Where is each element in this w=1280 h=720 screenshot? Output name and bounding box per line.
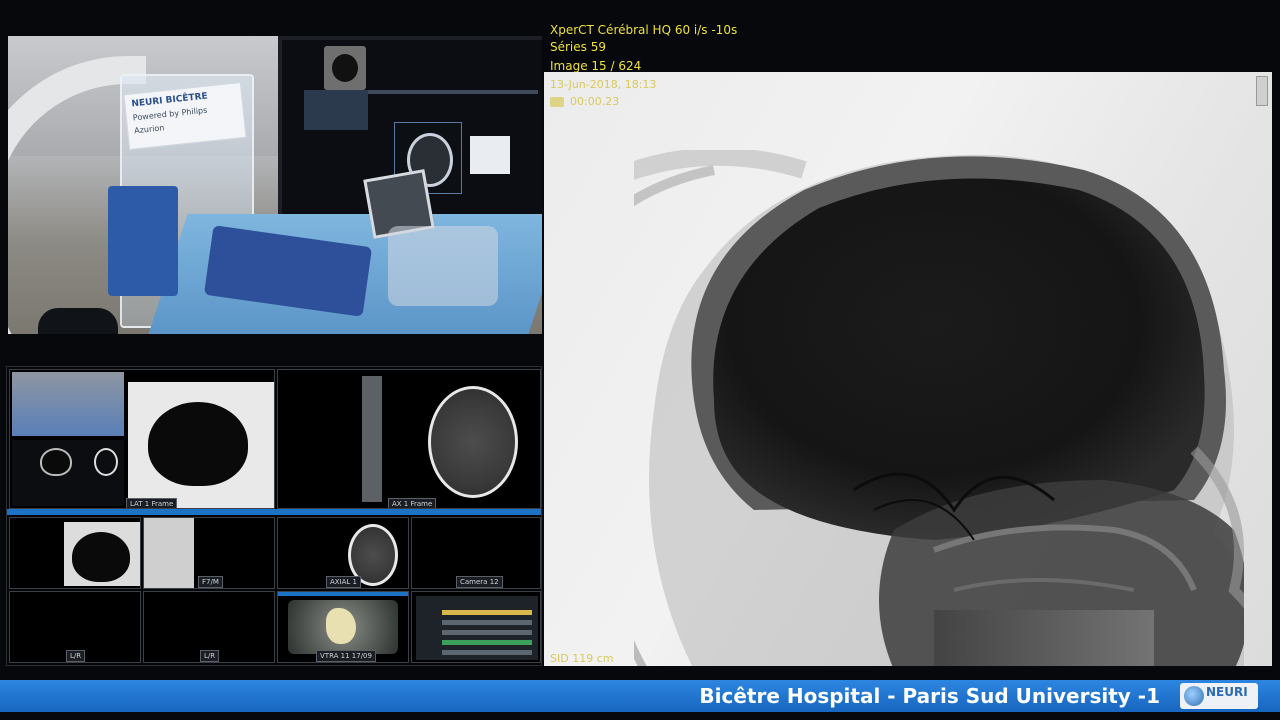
banner-title: Bicêtre Hospital - Paris Sud University … (699, 684, 1160, 708)
timestamp-text: 13-Jun-2018, 18:13 (550, 78, 657, 91)
tile-label-axial-small: AXIAL 1 (326, 576, 362, 588)
scroll-handle[interactable] (1256, 76, 1268, 106)
elapsed-time: 00:00.23 (550, 93, 656, 110)
tile-axial[interactable]: AX 1 Frame (277, 369, 541, 509)
tile-f7m[interactable]: F7/M (143, 517, 275, 589)
thumb-skull (40, 448, 72, 476)
bottom-edge (0, 712, 1280, 720)
axial-sidebar (362, 376, 382, 502)
logo-icon (1184, 686, 1204, 706)
monitor-side-view (470, 136, 510, 174)
tile-label-lateral: LAT 1 Frame (126, 498, 178, 508)
tile-overview[interactable]: LAT 1 Frame (9, 369, 275, 509)
tile-vessels[interactable]: VTRA 11 17/09 (277, 591, 409, 663)
series-number: Séries 59 (550, 40, 606, 54)
neuri-logo: NEURI (1180, 683, 1258, 709)
monitor-toolbar (368, 90, 538, 94)
monitor-3d-view (304, 90, 368, 130)
tile-label-vessels: VTRA 11 17/09 (316, 650, 376, 662)
tile-label-axial: AX 1 Frame (388, 498, 437, 508)
controls-row-4 (442, 640, 532, 645)
vessels-image (288, 600, 398, 654)
view-mosaic: LAT 1 Frame AX 1 Frame F7/M AXIAL 1 Came… (6, 366, 542, 666)
divider-bar (7, 509, 541, 515)
sterile-drape-left (108, 186, 178, 296)
acquisition-protocol: XperCT Cérébral HQ 60 i/s -10s (550, 23, 738, 37)
controls-row-2 (442, 620, 532, 625)
monitor-skull-view (324, 46, 366, 90)
tile-label-f7m: F7/M (198, 576, 223, 588)
tile-lateral-small[interactable] (9, 517, 141, 589)
tile-label-a2: L/R (200, 650, 220, 662)
tile-empty-1[interactable]: L/R (9, 591, 141, 663)
thumb-lateral (128, 382, 274, 508)
controls-row-3 (442, 630, 532, 635)
controls-row-5 (442, 650, 532, 655)
vessels-bar (278, 592, 408, 596)
logo-text: NEURI (1206, 685, 1248, 699)
thumb-camera (12, 372, 124, 436)
xray-viewport[interactable]: 13-Jun-2018, 18:13 00:00.23 SID 119 cm (544, 72, 1272, 666)
lateral-small-image (64, 522, 140, 586)
elapsed-time-value: 00:00.23 (570, 95, 620, 108)
timer-icon (550, 97, 564, 107)
thumb-grid (12, 440, 124, 506)
tile-axial-small[interactable]: AXIAL 1 (277, 517, 409, 589)
chair (38, 308, 118, 334)
controls-row-1 (442, 610, 532, 615)
tile-label-camera: Camera 12 (456, 576, 503, 588)
thumb-axial-circle (94, 448, 118, 476)
tile-empty-2[interactable]: L/R (143, 591, 275, 663)
sid-label: SID 119 cm (550, 652, 614, 665)
vessels-highlight (326, 608, 356, 644)
lateral-small-skull (72, 532, 130, 582)
f7m-image (144, 518, 194, 588)
tile-label-a1: L/R (66, 650, 86, 662)
tile-camera[interactable]: Camera 12 (411, 517, 541, 589)
lateral-skull-image (634, 150, 1244, 666)
thumb-lateral-skull (148, 402, 248, 486)
axial-ct-slice (428, 386, 518, 498)
tile-controls[interactable] (411, 591, 541, 663)
operating-room-camera-feed: NEURI BICÊTRE Powered by Philips Azurion (8, 36, 542, 334)
acquisition-timestamp: 13-Jun-2018, 18:13 00:00.23 (550, 76, 656, 110)
plastic-cover (388, 226, 498, 306)
